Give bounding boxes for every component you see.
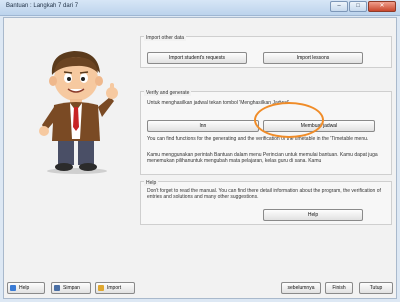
verify-info-text: You can find functions for the generatin…	[147, 136, 369, 142]
close-window-button[interactable]: ✕	[368, 1, 396, 12]
footer-import-button[interactable]: Import	[95, 282, 135, 294]
help-icon	[10, 285, 16, 291]
help-button[interactable]: Help	[263, 209, 363, 221]
import-students-button[interactable]: Import student's requests	[147, 52, 247, 64]
footer-help-label: Help	[19, 285, 30, 291]
window-title: Bantuan : Langkah 7 dari 7	[6, 3, 79, 9]
close-label: Tutup	[369, 285, 383, 291]
finish-label: Finish	[332, 285, 346, 291]
verify-button[interactable]: lnn	[147, 120, 259, 132]
mascot-illustration	[39, 51, 118, 174]
help-info-text: Kamu menggunakan perintah Bantuan dalam …	[147, 152, 378, 165]
maximize-button[interactable]: □	[349, 1, 367, 12]
folder-icon	[98, 285, 104, 291]
help-section-title: Help	[144, 180, 159, 186]
import-section-title: Import other data	[144, 35, 187, 41]
back-button[interactable]: sebelumnya	[281, 282, 321, 294]
footer-save-button[interactable]: Simpan	[51, 282, 91, 294]
finish-button[interactable]: Finish	[325, 282, 353, 294]
minimize-button[interactable]: –	[330, 1, 348, 12]
footer-save-label: Simpan	[63, 285, 80, 291]
save-icon	[54, 285, 60, 291]
back-label: sebelumnya	[287, 285, 315, 291]
title-bar: Bantuan : Langkah 7 dari 7 – □ ✕	[0, 0, 400, 16]
import-lessons-button[interactable]: Import lessons	[263, 52, 363, 64]
footer-bar: Help Simpan Import sebelumnya Finish Tut…	[3, 280, 397, 298]
help-section: Help Don't forget to read the manual. Yo…	[140, 180, 392, 225]
footer-help-button[interactable]: Help	[7, 282, 45, 294]
wizard-panel: Import other data Import student's reque…	[3, 17, 397, 299]
footer-import-label: Import	[107, 285, 122, 291]
help-description: Don't forget to read the manual. You can…	[147, 188, 381, 201]
close-button[interactable]: Tutup	[359, 282, 393, 294]
highlight-circle	[254, 102, 324, 138]
import-section: Import other data Import student's reque…	[140, 35, 392, 68]
verify-section-title: Verify and generate	[144, 90, 192, 96]
